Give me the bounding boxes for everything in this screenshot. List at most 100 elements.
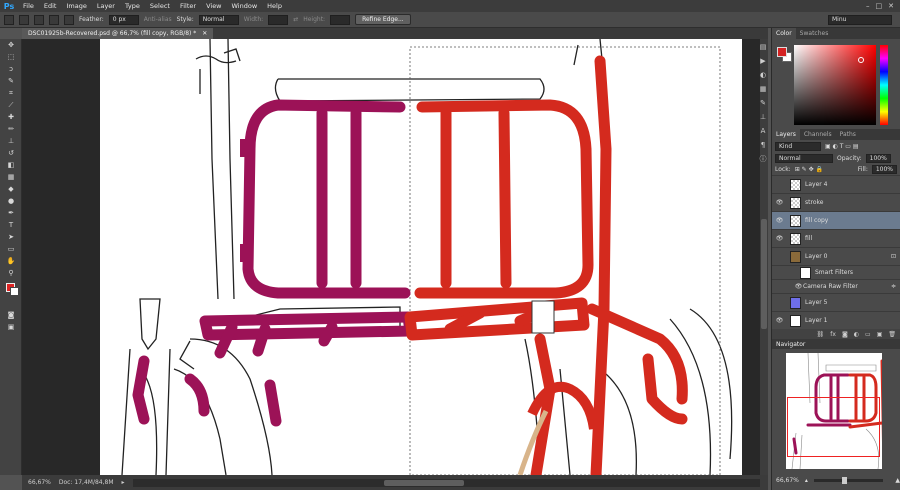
character-panel-icon[interactable]: A [757,125,769,137]
trash-icon[interactable]: 🗑 [888,331,896,338]
marquee-tool-icon[interactable]: ⬚ [0,51,22,63]
navigator-thumbnail[interactable] [786,353,882,469]
document-tab[interactable]: DSC01925b-Recovered.psd @ 66,7% (fill co… [22,28,214,39]
tab-color[interactable]: Color [772,28,796,39]
layer-row-selected[interactable]: 👁 fill copy [772,211,900,229]
color-picker-ring[interactable] [858,57,864,63]
subtract-selection-icon[interactable] [49,14,59,25]
folder-icon[interactable]: ▭ [865,331,871,338]
navigator-view-box[interactable] [787,397,880,457]
adjustment-icon[interactable]: ◐ [854,331,859,338]
close-icon[interactable]: ✕ [888,2,894,10]
layer-row[interactable]: Layer 0 ⊡ [772,247,900,265]
quick-mask-icon[interactable]: ◙ [0,309,22,321]
tab-paths[interactable]: Paths [836,129,860,140]
filter-options-icon[interactable]: ≑ [891,283,896,290]
intersect-selection-icon[interactable] [64,14,74,25]
camera-raw-filter-row[interactable]: 👁 Camera Raw Filter ≑ [772,279,900,293]
layer-row[interactable]: 👁 stroke [772,193,900,211]
adjustments-panel-icon[interactable]: ◐ [757,69,769,81]
antialias-checkbox[interactable]: Anti-alias [144,16,172,23]
gradient-tool-icon[interactable]: ▦ [0,171,22,183]
styles-panel-icon[interactable]: ▦ [757,83,769,95]
info-panel-icon[interactable]: ⓘ [757,153,769,165]
smart-filters-row[interactable]: Smart Filters [772,265,900,279]
actions-panel-icon[interactable]: ▶ [757,55,769,67]
new-selection-icon[interactable] [19,14,29,25]
navigator-header[interactable]: Navigator [772,339,900,349]
navigator-zoom-slider[interactable] [813,476,884,484]
navigator-zoom-knob[interactable] [841,476,847,484]
eyedropper-icon[interactable]: ⟋ [0,99,22,111]
height-input[interactable] [330,14,351,25]
eye-icon[interactable]: 👁 [775,317,784,324]
opacity-input[interactable]: 100% [865,154,891,163]
menu-filter[interactable]: Filter [175,2,201,10]
document-canvas[interactable] [100,39,742,475]
workspace-select[interactable]: Minu [828,14,892,25]
menu-view[interactable]: View [201,2,226,10]
lasso-tool-icon[interactable]: ↄ [0,63,22,75]
zoom-in-icon[interactable]: ▲ [895,477,900,484]
maximize-icon[interactable]: □ [876,2,883,10]
canvas-area[interactable] [22,39,768,475]
menu-image[interactable]: Image [61,2,91,10]
eye-icon[interactable]: 👁 [794,283,803,290]
tab-channels[interactable]: Channels [800,129,836,140]
menu-file[interactable]: File [18,2,39,10]
menu-layer[interactable]: Layer [92,2,120,10]
zoom-out-icon[interactable]: ▴ [805,477,808,484]
new-layer-icon[interactable]: ▣ [877,331,883,338]
layer-row[interactable]: 👁 Layer 1 [772,311,900,329]
color-swatches[interactable] [0,279,21,309]
menu-window[interactable]: Window [227,2,263,10]
link-icon[interactable]: ⛓ [817,331,825,338]
menu-select[interactable]: Select [145,2,175,10]
hand-tool-icon[interactable]: ✋ [0,255,22,267]
tab-swatches[interactable]: Swatches [796,28,833,39]
status-arrow-icon[interactable]: ▸ [122,479,125,486]
eye-icon[interactable]: 👁 [775,199,784,206]
history-brush-icon[interactable]: ↺ [0,147,22,159]
dodge-tool-icon[interactable]: ● [0,195,22,207]
swap-icon[interactable]: ⇄ [293,16,298,23]
filter-icons[interactable]: ▣ ◐ T ▭ ▤ [825,143,859,150]
crop-tool-icon[interactable]: ⌗ [0,87,22,99]
layer-row[interactable]: 👁 fill [772,229,900,247]
clone-stamp-icon[interactable]: ⊥ [0,135,22,147]
move-tool-icon[interactable]: ✥ [0,39,22,51]
width-input[interactable] [268,14,289,25]
paragraph-panel-icon[interactable]: ¶ [757,139,769,151]
tab-layers[interactable]: Layers [772,129,800,140]
hue-slider[interactable] [880,45,888,125]
clone-source-panel-icon[interactable]: ⊥ [757,111,769,123]
menu-help[interactable]: Help [262,2,287,10]
menu-edit[interactable]: Edit [39,2,62,10]
fx-icon[interactable]: fx [830,331,836,338]
horizontal-scroll-thumb[interactable] [383,479,464,486]
eraser-tool-icon[interactable]: ◧ [0,159,22,171]
horizontal-scrollbar[interactable] [132,478,760,487]
minimize-icon[interactable]: – [866,2,870,10]
eye-icon[interactable]: 👁 [775,217,784,224]
lock-icons[interactable]: ⊞ ✎ ✥ 🔒 [795,166,823,173]
brushes-panel-icon[interactable]: ✎ [757,97,769,109]
healing-brush-icon[interactable]: ✚ [0,111,22,123]
zoom-tool-icon[interactable]: ⚲ [0,267,22,279]
shape-tool-icon[interactable]: ▭ [0,243,22,255]
refine-edge-button[interactable]: Refine Edge... [355,14,411,25]
color-field[interactable] [794,45,876,125]
navigator-zoom[interactable]: 66,67% [776,477,799,484]
menu-type[interactable]: Type [120,2,145,10]
add-selection-icon[interactable] [34,14,44,25]
blend-mode-select[interactable]: Normal [775,154,833,163]
tab-close-icon[interactable]: ✕ [202,30,207,37]
marquee-tool-icon[interactable] [4,14,14,25]
mask-icon[interactable]: ◙ [842,331,848,338]
style-select[interactable]: Normal [198,14,239,25]
blur-tool-icon[interactable]: ◆ [0,183,22,195]
quick-select-icon[interactable]: ✎ [0,75,22,87]
vertical-scroll-thumb[interactable] [761,219,767,329]
layer-row[interactable]: Layer 4 [772,175,900,193]
layer-row[interactable]: Layer 5 [772,293,900,311]
